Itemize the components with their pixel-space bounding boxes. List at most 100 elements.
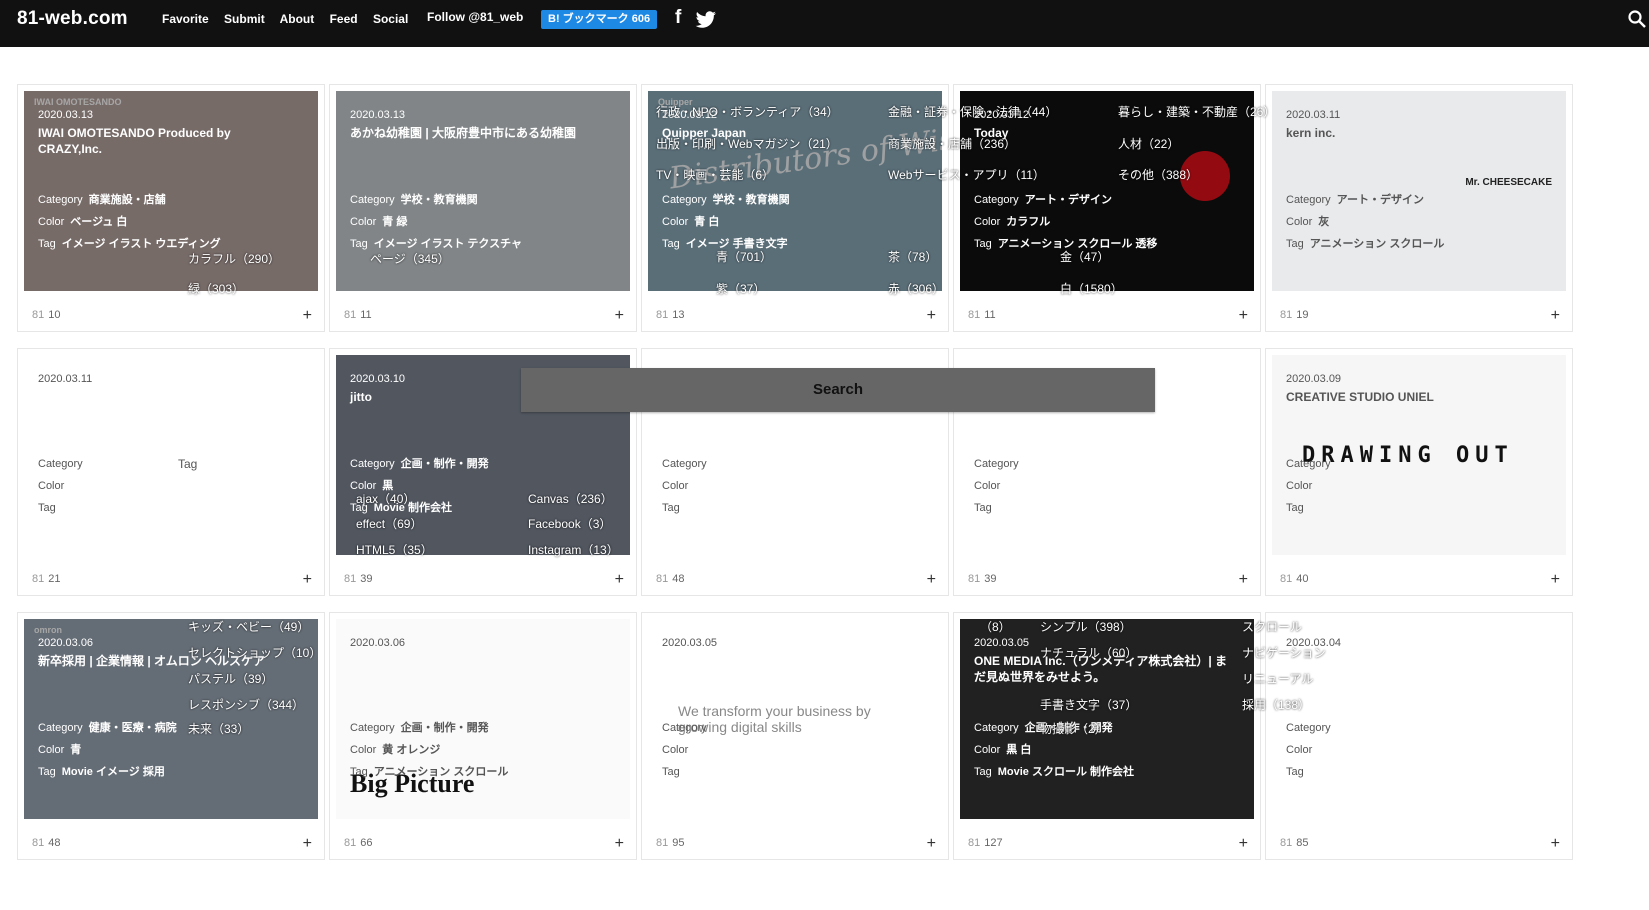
like-count[interactable]: 81 11 xyxy=(968,309,996,321)
meta-value[interactable]: 企画・制作・開発 xyxy=(401,458,489,470)
overlay-category-link[interactable]: ajax（40） xyxy=(356,490,415,507)
meta-value[interactable]: 黒 白 xyxy=(1006,744,1031,756)
overlay-category-link[interactable]: HTML5（35） xyxy=(356,541,433,558)
like-count[interactable]: 81 66 xyxy=(344,837,373,849)
card-title[interactable]: あかね幼稚園 | 大阪府豊中市にある幼稚園 xyxy=(350,125,610,141)
nav-submit[interactable]: Submit xyxy=(224,12,265,26)
site-card[interactable]: We transform your business by growing di… xyxy=(641,612,949,860)
overlay-category-link[interactable]: 茶（78） xyxy=(888,248,937,265)
like-count[interactable]: 81 39 xyxy=(968,573,997,585)
overlay-category-link[interactable]: 青（701） xyxy=(716,248,772,265)
overlay-category-link[interactable]: シンプル（398） xyxy=(1040,618,1132,635)
meta-value[interactable]: ベージュ 白 xyxy=(70,216,127,228)
overlay-category-link[interactable]: スクロール xyxy=(1242,618,1302,635)
meta-value[interactable]: イメージ イラスト ウエディング xyxy=(62,238,221,250)
overlay-category-link[interactable]: （8） xyxy=(980,618,1011,635)
add-favorite-button[interactable]: + xyxy=(927,571,936,589)
overlay-category-link[interactable]: その他（388） xyxy=(1118,166,1198,183)
like-count[interactable]: 81 127 xyxy=(968,837,1003,849)
overlay-category-link[interactable]: カラフル（290） xyxy=(188,250,280,267)
like-count[interactable]: 81 19 xyxy=(1280,309,1309,321)
add-favorite-button[interactable]: + xyxy=(1551,835,1560,853)
overlay-category-link[interactable]: 緑（303） xyxy=(188,280,244,297)
meta-value[interactable]: 学校・教育機関 xyxy=(713,194,790,206)
card-title[interactable]: CREATIVE STUDIO UNIEL xyxy=(1286,389,1546,405)
overlay-category-link[interactable]: 暮らし・建築・不動産（26） xyxy=(1118,103,1275,120)
overlay-category-link[interactable]: 白（1580） xyxy=(1060,280,1123,297)
card-title[interactable]: kern inc. xyxy=(1286,125,1546,141)
meta-value[interactable]: Movie スクロール 制作会社 xyxy=(998,766,1134,778)
overlay-category-link[interactable]: 人材（22） xyxy=(1118,135,1179,152)
overlay-category-link[interactable]: 商業施設・店舗（236） xyxy=(888,135,1016,152)
meta-value[interactable]: アート・デザイン xyxy=(1025,194,1112,206)
meta-value[interactable]: 学校・教育機関 xyxy=(401,194,478,206)
overlay-category-link[interactable]: キッズ・ベビー（49） xyxy=(188,618,309,635)
overlay-category-link[interactable]: 金（47） xyxy=(1060,248,1109,265)
meta-value[interactable]: 青 白 xyxy=(694,216,719,228)
overlay-category-link[interactable]: 採用（138） xyxy=(1242,696,1310,713)
search-button[interactable]: Search xyxy=(521,368,1155,412)
add-favorite-button[interactable]: + xyxy=(1239,307,1248,325)
overlay-category-link[interactable]: 金融・証券・保険・法律（44） xyxy=(888,103,1057,120)
site-card[interactable]: Big Picture 2020.03.06 Category 企画・制作・開発 Col… xyxy=(329,612,637,860)
add-favorite-button[interactable]: + xyxy=(927,835,936,853)
add-favorite-button[interactable]: + xyxy=(303,307,312,325)
meta-value[interactable]: 灰 xyxy=(1318,216,1329,228)
add-favorite-button[interactable]: + xyxy=(303,835,312,853)
meta-value[interactable]: 青 xyxy=(70,744,81,756)
overlay-category-link[interactable]: 未来（33） xyxy=(188,720,249,737)
meta-value[interactable]: 商業施設・店舗 xyxy=(89,194,166,206)
overlay-category-link[interactable]: TV・映画・芸能（6） xyxy=(656,166,774,183)
overlay-category-link[interactable]: 出版・印刷・Webマガジン（21） xyxy=(656,135,838,152)
add-favorite-button[interactable]: + xyxy=(615,307,624,325)
search-icon[interactable] xyxy=(1627,9,1647,29)
overlay-category-link[interactable]: ナチュラル（60） xyxy=(1040,644,1137,661)
overlay-category-link[interactable]: ページ（345） xyxy=(370,250,450,267)
follow-link[interactable]: Follow @81_web xyxy=(427,10,523,24)
hatena-bookmark-button[interactable]: B! ブックマーク 606 xyxy=(541,10,658,29)
meta-value[interactable]: 企画・制作・開発 xyxy=(401,722,489,734)
add-favorite-button[interactable]: + xyxy=(1551,571,1560,589)
like-count[interactable]: 81 39 xyxy=(344,573,373,585)
overlay-category-link[interactable]: Canvas（236） xyxy=(528,490,613,507)
overlay-category-link[interactable]: 赤（306） xyxy=(888,280,944,297)
add-favorite-button[interactable]: + xyxy=(927,307,936,325)
meta-value[interactable]: アニメーション スクロール xyxy=(374,766,509,778)
add-favorite-button[interactable]: + xyxy=(303,571,312,589)
like-count[interactable]: 81 48 xyxy=(32,837,61,849)
overlay-category-link[interactable]: 行政・NPO・ボランティア（34） xyxy=(656,103,839,120)
site-logo[interactable]: 81-web.com xyxy=(17,8,128,30)
site-card[interactable]: IWAI OMOTESANDO 2020.03.13 IWAI OMOTESANDO… xyxy=(17,84,325,332)
overlay-category-link[interactable]: セレクトショップ（10） xyxy=(188,644,321,661)
add-favorite-button[interactable]: + xyxy=(1551,307,1560,325)
nav-favorite[interactable]: Favorite xyxy=(162,12,209,26)
overlay-category-link[interactable]: レスポンシブ（344） xyxy=(188,696,304,713)
like-count[interactable]: 81 95 xyxy=(656,837,685,849)
site-card[interactable]: DRAWING OUT 2020.03.09 CREATIVE STUDIO UNI… xyxy=(1265,348,1573,596)
like-count[interactable]: 81 85 xyxy=(1280,837,1309,849)
nav-social[interactable]: Social xyxy=(373,12,408,26)
overlay-category-link[interactable]: 物撮影（2） xyxy=(1040,720,1107,737)
overlay-category-link[interactable]: 手書き文字（37） xyxy=(1040,696,1137,713)
overlay-category-link[interactable]: ナビゲーション xyxy=(1242,644,1326,661)
overlay-category-link[interactable]: effect（69） xyxy=(356,515,422,532)
nav-feed[interactable]: Feed xyxy=(330,12,358,26)
add-favorite-button[interactable]: + xyxy=(1239,571,1248,589)
meta-value[interactable]: アート・デザイン xyxy=(1337,194,1424,206)
twitter-icon[interactable] xyxy=(695,11,717,29)
meta-value[interactable]: 青 緑 xyxy=(382,216,407,228)
like-count[interactable]: 81 13 xyxy=(656,309,685,321)
overlay-category-link[interactable]: パステル（39） xyxy=(188,670,273,687)
overlay-category-link[interactable]: Webサービス・アプリ（11） xyxy=(888,166,1045,183)
like-count[interactable]: 81 11 xyxy=(344,309,372,321)
overlay-category-link[interactable]: 紫（37） xyxy=(716,280,765,297)
meta-value[interactable]: 黄 オレンジ xyxy=(382,744,440,756)
meta-value[interactable]: Movie イメージ 採用 xyxy=(62,766,165,778)
meta-value[interactable]: アニメーション スクロール xyxy=(1310,238,1445,250)
meta-value[interactable]: イメージ イラスト テクスチャ xyxy=(374,238,522,250)
like-count[interactable]: 81 10 xyxy=(32,309,61,321)
overlay-category-link[interactable]: Instagram（13） xyxy=(528,541,619,558)
like-count[interactable]: 81 40 xyxy=(1280,573,1309,585)
site-card[interactable]: 2020.03.13 あかね幼稚園 | 大阪府豊中市にある幼稚園 Category 学… xyxy=(329,84,637,332)
card-title[interactable]: IWAI OMOTESANDO Produced by CRAZY,Inc. xyxy=(38,125,298,157)
